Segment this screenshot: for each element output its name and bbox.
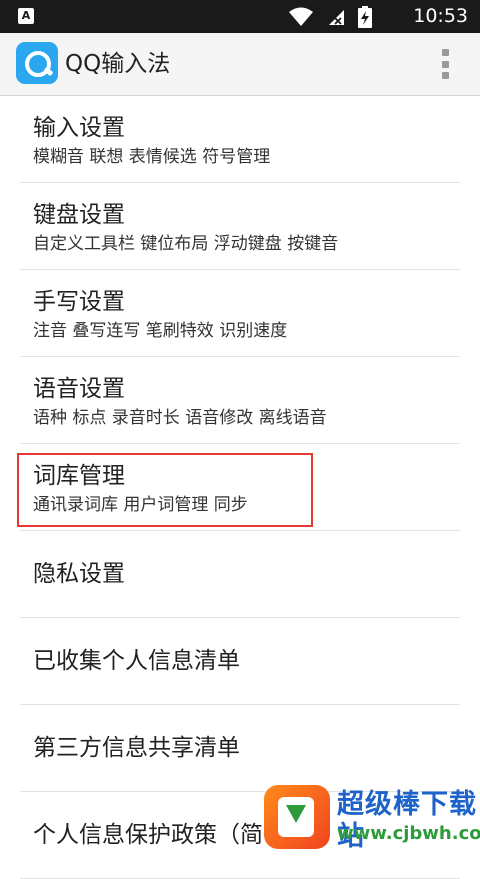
watermark: 超级棒下载站 www.cjbwh.com	[262, 783, 480, 853]
settings-item-third-party-sharing[interactable]: 第三方信息共享清单	[20, 705, 460, 792]
settings-item-voice[interactable]: 语音设置 语种 标点 录音时长 语音修改 离线语音	[20, 357, 460, 444]
app-bar: QQ输入法	[0, 33, 480, 96]
item-subtitle: 语种 标点 录音时长 语音修改 离线语音	[33, 408, 327, 428]
item-title: 语音设置	[33, 376, 125, 402]
item-subtitle: 模糊音 联想 表情候选 符号管理	[33, 147, 271, 167]
status-icons	[288, 6, 372, 28]
highlight-box	[17, 453, 313, 527]
battery-charging-icon	[358, 6, 372, 28]
item-subtitle: 注音 叠写连写 笔刷特效 识别速度	[33, 321, 288, 341]
item-title: 输入设置	[33, 115, 125, 141]
item-title: 第三方信息共享清单	[33, 735, 240, 761]
settings-item-collected-info[interactable]: 已收集个人信息清单	[20, 618, 460, 705]
item-title: 隐私设置	[33, 561, 125, 587]
settings-item-keyboard[interactable]: 键盘设置 自定义工具栏 键位布局 浮动键盘 按键音	[20, 183, 460, 270]
no-sim-icon	[329, 10, 344, 25]
settings-item-privacy[interactable]: 隐私设置	[20, 531, 460, 618]
status-bar: A 10:53	[0, 0, 480, 33]
app-title: QQ输入法	[65, 51, 171, 77]
overflow-menu-icon[interactable]	[442, 49, 450, 79]
notification-a-icon: A	[18, 8, 34, 24]
watermark-logo-icon	[264, 785, 330, 849]
settings-item-input[interactable]: 输入设置 模糊音 联想 表情候选 符号管理	[20, 96, 460, 183]
item-title: 已收集个人信息清单	[33, 648, 240, 674]
wifi-icon	[289, 7, 313, 26]
item-title: 键盘设置	[33, 202, 125, 228]
watermark-url: www.cjbwh.com	[337, 823, 480, 844]
clock: 10:53	[413, 5, 468, 27]
item-title: 手写设置	[33, 289, 125, 315]
app-logo-icon	[16, 42, 58, 84]
item-title: 个人信息保护政策（简	[33, 822, 263, 848]
settings-item-handwriting[interactable]: 手写设置 注音 叠写连写 笔刷特效 识别速度	[20, 270, 460, 357]
item-subtitle: 自定义工具栏 键位布局 浮动键盘 按键音	[33, 234, 339, 254]
